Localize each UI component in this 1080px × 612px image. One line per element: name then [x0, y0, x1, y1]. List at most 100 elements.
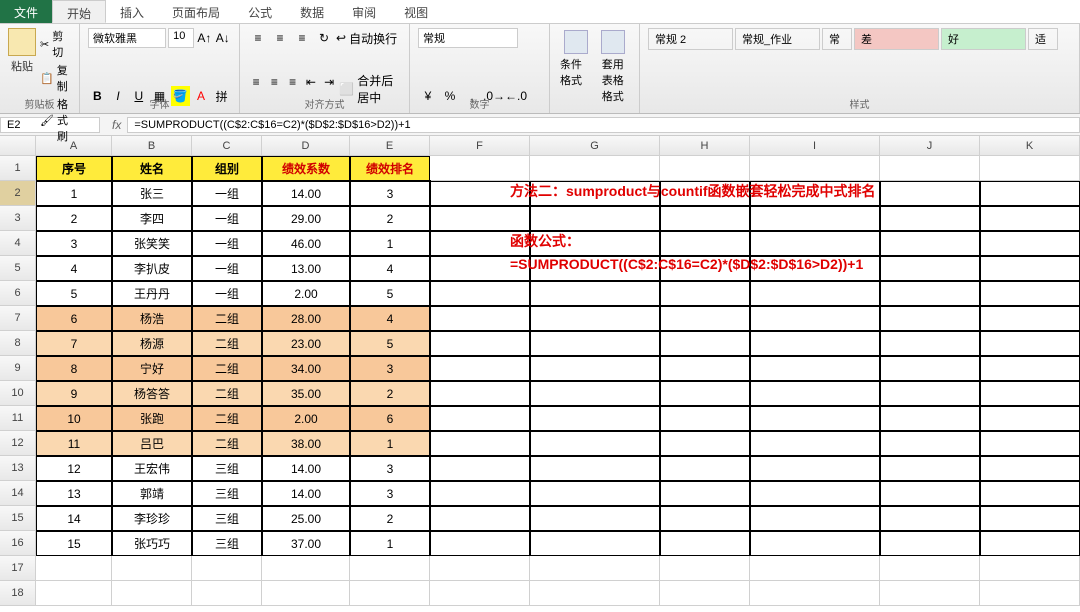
- cell[interactable]: 二组: [192, 356, 262, 381]
- cell[interactable]: [750, 281, 880, 306]
- cell[interactable]: 6: [36, 306, 112, 331]
- cell[interactable]: [430, 531, 530, 556]
- cell[interactable]: [880, 481, 980, 506]
- style-f[interactable]: 适: [1028, 28, 1058, 50]
- cell[interactable]: [530, 556, 660, 581]
- cell[interactable]: [36, 556, 112, 581]
- row-header-5[interactable]: 5: [0, 256, 36, 281]
- cell[interactable]: [880, 181, 980, 206]
- cell[interactable]: [880, 556, 980, 581]
- style-c[interactable]: 常: [822, 28, 852, 50]
- row-header-18[interactable]: 18: [0, 581, 36, 606]
- col-header-F[interactable]: F: [430, 136, 530, 156]
- cell[interactable]: [750, 331, 880, 356]
- cell[interactable]: 三组: [192, 481, 262, 506]
- cell[interactable]: 张巧巧: [112, 531, 192, 556]
- align-top-button[interactable]: ≡: [248, 28, 268, 48]
- shrink-font-button[interactable]: A↓: [215, 28, 231, 48]
- cell[interactable]: 2: [36, 206, 112, 231]
- cell[interactable]: [262, 556, 350, 581]
- cell[interactable]: [980, 206, 1080, 231]
- cell[interactable]: [530, 206, 660, 231]
- cell[interactable]: [880, 206, 980, 231]
- cell[interactable]: [980, 231, 1080, 256]
- cell[interactable]: [880, 356, 980, 381]
- tab-insert[interactable]: 插入: [106, 0, 158, 23]
- cell[interactable]: 8: [36, 356, 112, 381]
- cell[interactable]: [660, 481, 750, 506]
- cell[interactable]: 一组: [192, 231, 262, 256]
- cell[interactable]: [430, 556, 530, 581]
- cell[interactable]: [980, 181, 1080, 206]
- cell[interactable]: 2: [350, 381, 430, 406]
- cell[interactable]: 5: [350, 331, 430, 356]
- cell[interactable]: 14.00: [262, 181, 350, 206]
- cell[interactable]: [750, 456, 880, 481]
- cell[interactable]: [980, 506, 1080, 531]
- cell[interactable]: [880, 456, 980, 481]
- cell[interactable]: [980, 331, 1080, 356]
- cell[interactable]: 三组: [192, 506, 262, 531]
- cell[interactable]: [430, 381, 530, 406]
- cell[interactable]: [350, 556, 430, 581]
- cell[interactable]: 1: [350, 531, 430, 556]
- col-header-D[interactable]: D: [262, 136, 350, 156]
- cell[interactable]: 李四: [112, 206, 192, 231]
- cell[interactable]: [880, 306, 980, 331]
- cell[interactable]: 38.00: [262, 431, 350, 456]
- cell[interactable]: 一组: [192, 181, 262, 206]
- cell[interactable]: 3: [350, 181, 430, 206]
- row-header-16[interactable]: 16: [0, 531, 36, 556]
- cell[interactable]: [530, 331, 660, 356]
- cell[interactable]: [980, 381, 1080, 406]
- cell[interactable]: 25.00: [262, 506, 350, 531]
- cell[interactable]: 13: [36, 481, 112, 506]
- font-name-select[interactable]: 微软雅黑: [88, 28, 166, 48]
- style-homework[interactable]: 常规_作业: [735, 28, 820, 50]
- cell[interactable]: 杨源: [112, 331, 192, 356]
- cell[interactable]: 15: [36, 531, 112, 556]
- cell[interactable]: [530, 381, 660, 406]
- cell[interactable]: [980, 556, 1080, 581]
- cell[interactable]: 28.00: [262, 306, 350, 331]
- cell[interactable]: [660, 406, 750, 431]
- cell[interactable]: 6: [350, 406, 430, 431]
- orient-button[interactable]: ↻: [314, 28, 334, 48]
- cell[interactable]: 序号: [36, 156, 112, 181]
- wrap-button[interactable]: ↩自动换行: [336, 28, 397, 48]
- cond-fmt-button[interactable]: 条件格式: [558, 28, 595, 106]
- cell[interactable]: 二组: [192, 431, 262, 456]
- cell[interactable]: 1: [350, 231, 430, 256]
- cell[interactable]: 王丹丹: [112, 281, 192, 306]
- cell[interactable]: [750, 581, 880, 606]
- cell[interactable]: 吕巴: [112, 431, 192, 456]
- cell[interactable]: [880, 331, 980, 356]
- fx-icon[interactable]: fx: [106, 118, 127, 132]
- cell[interactable]: [430, 456, 530, 481]
- cell[interactable]: [660, 531, 750, 556]
- cell[interactable]: 张跑: [112, 406, 192, 431]
- cell[interactable]: 2.00: [262, 406, 350, 431]
- cell[interactable]: 李珍珍: [112, 506, 192, 531]
- col-header-C[interactable]: C: [192, 136, 262, 156]
- cell[interactable]: 4: [350, 256, 430, 281]
- row-header-15[interactable]: 15: [0, 506, 36, 531]
- cell[interactable]: [530, 481, 660, 506]
- cell[interactable]: [112, 581, 192, 606]
- cell[interactable]: 郭靖: [112, 481, 192, 506]
- cell[interactable]: [660, 456, 750, 481]
- grow-font-button[interactable]: A↑: [196, 28, 212, 48]
- cell[interactable]: [750, 406, 880, 431]
- cell[interactable]: 姓名: [112, 156, 192, 181]
- row-header-10[interactable]: 10: [0, 381, 36, 406]
- cell[interactable]: [750, 206, 880, 231]
- cell[interactable]: 一组: [192, 256, 262, 281]
- cell[interactable]: 37.00: [262, 531, 350, 556]
- cell[interactable]: [530, 431, 660, 456]
- cell[interactable]: 宁好: [112, 356, 192, 381]
- indent-dec-button[interactable]: ⇤: [303, 72, 319, 92]
- cell[interactable]: 46.00: [262, 231, 350, 256]
- cell[interactable]: [660, 281, 750, 306]
- cell[interactable]: [430, 356, 530, 381]
- align-bot-button[interactable]: ≡: [292, 28, 312, 48]
